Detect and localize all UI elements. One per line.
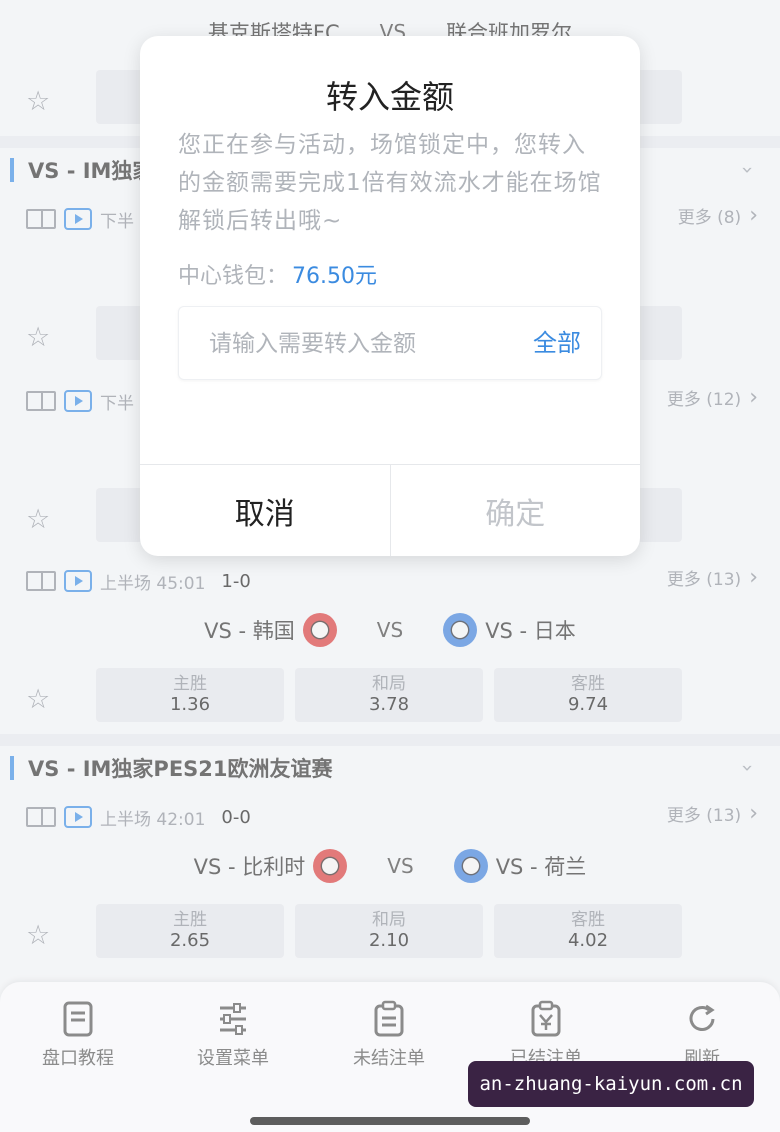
transfer-dialog: 转入金额 您正在参与活动，场馆锁定中，您转入的金额需要完成1倍有效流水才能在场馆…: [140, 36, 640, 556]
wallet-amount: 76.50元: [292, 264, 377, 289]
dialog-actions: 取消 确定: [140, 464, 640, 556]
confirm-button[interactable]: 确定: [391, 465, 641, 556]
dialog-title: 转入金额: [325, 78, 454, 116]
transfer-all-button[interactable]: 全部: [533, 307, 581, 379]
cancel-button[interactable]: 取消: [140, 465, 391, 556]
transfer-amount-input[interactable]: [207, 307, 511, 381]
watermark-text: an-zhuang-kaiyun.com.cn: [468, 1061, 754, 1107]
transfer-amount-field: 全部: [178, 306, 602, 381]
dialog-description: 您正在参与活动，场馆锁定中，您转入的金额需要完成1倍有效流水才能在场馆解锁后转出…: [178, 132, 602, 234]
wallet-balance: 中心钱包： 76.50元: [178, 258, 377, 290]
wallet-label: 中心钱包：: [178, 264, 289, 289]
